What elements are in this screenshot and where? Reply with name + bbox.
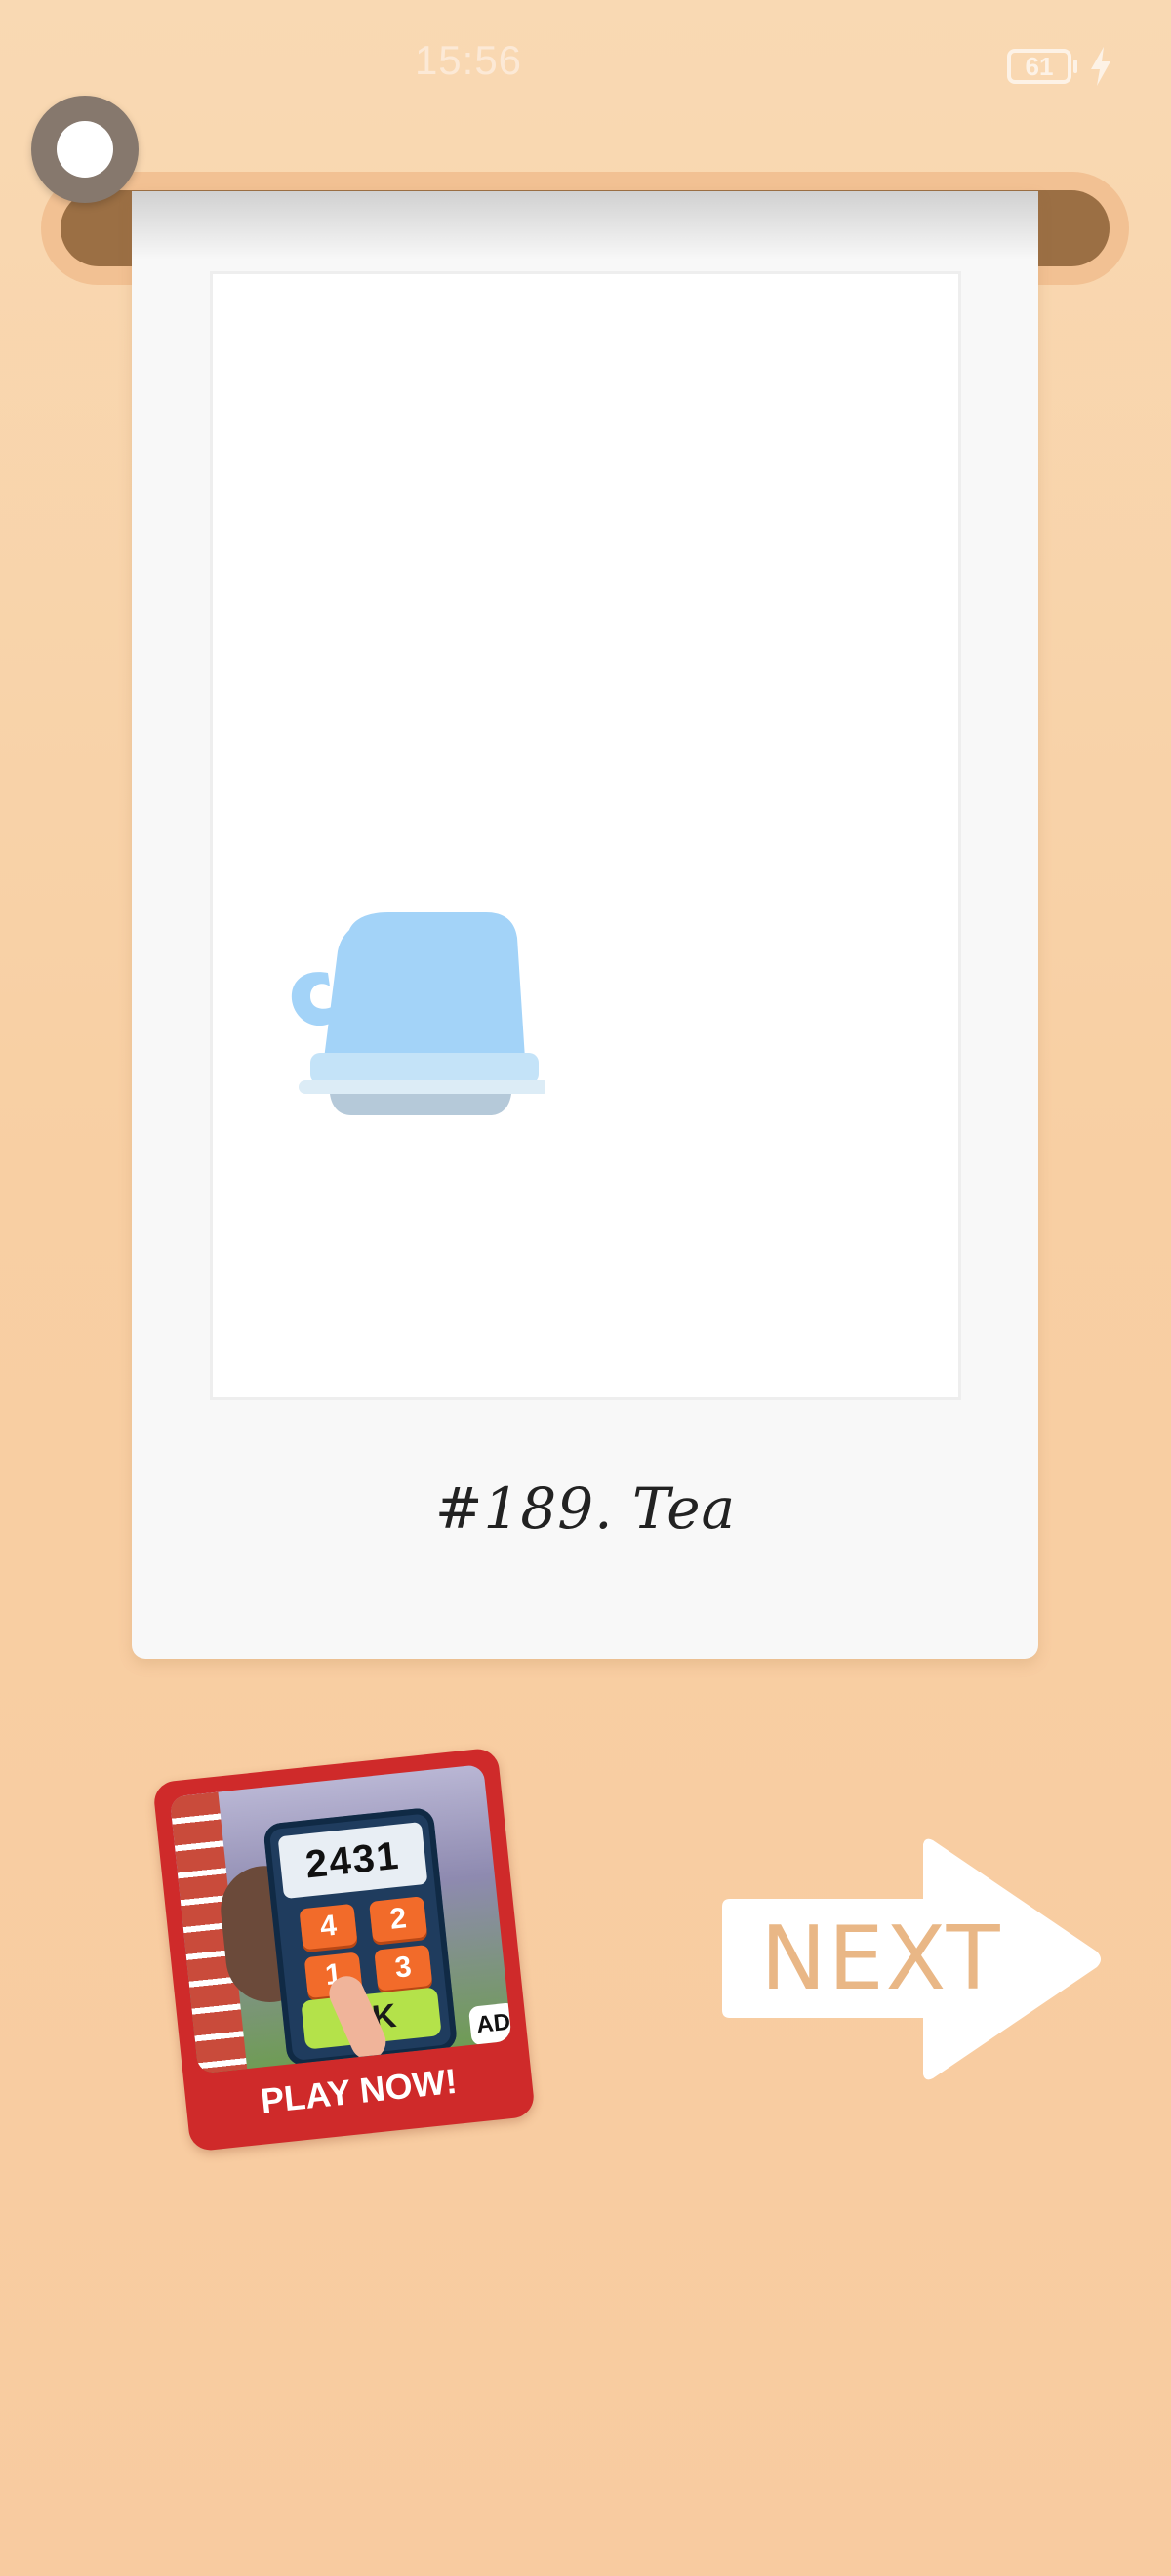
- ad-image: 2431 4 2 1 3 OK AD: [169, 1764, 512, 2074]
- paper-fold-shadow: [132, 191, 1038, 260]
- ad-badge: AD: [467, 2001, 512, 2046]
- ad-banner[interactable]: 2431 4 2 1 3 OK AD PLAY NOW!: [152, 1747, 536, 2153]
- battery-tip: [1073, 60, 1077, 73]
- teacup-icon: [291, 912, 545, 1115]
- ad-key: 2: [369, 1896, 428, 1943]
- status-time: 15:56: [414, 37, 523, 83]
- pin-dot: [57, 121, 113, 178]
- battery-level: 61: [1025, 51, 1054, 81]
- drawing-canvas[interactable]: [210, 271, 961, 1400]
- battery-indicator: 61: [1007, 49, 1071, 84]
- bolt-icon: [1091, 47, 1110, 86]
- next-label: NEXT: [760, 1908, 1002, 2010]
- drawing-caption: #189. Tea: [434, 1475, 737, 1542]
- ad-key: 3: [374, 1944, 433, 1992]
- ad-key: 4: [299, 1903, 358, 1951]
